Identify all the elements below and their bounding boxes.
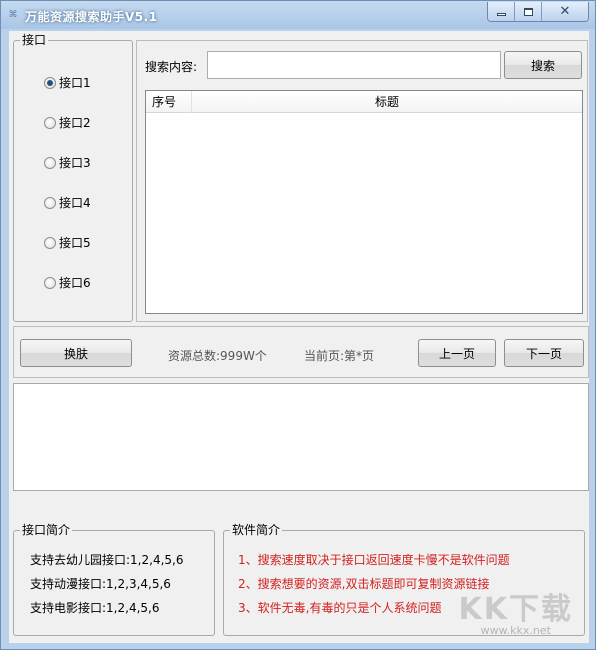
window-title: 万能资源搜索助手V5.1: [25, 10, 158, 24]
column-header-title[interactable]: 标题: [192, 91, 582, 113]
details-box[interactable]: [13, 383, 589, 491]
radio-icon: [44, 156, 56, 169]
results-header: 序号 标题: [146, 91, 582, 113]
software-intro-line: 3、软件无毒,有毒的只是个人系统问题: [238, 601, 442, 615]
skin-button[interactable]: 换肤: [20, 339, 132, 367]
minimize-icon: [496, 13, 506, 16]
radio-icon: [44, 276, 56, 289]
radio-interface-4[interactable]: 接口4: [44, 194, 91, 211]
radio-label: 接口2: [59, 116, 91, 130]
interface-intro-line: 支持电影接口:1,2,4,5,6: [30, 601, 160, 615]
interface-intro-line: 支持去幼儿园接口:1,2,4,5,6: [30, 553, 184, 567]
client-area: 接口 接口1 接口2 接口3 接口4 接口5 接口6 搜索内容: 搜索 序号 标…: [9, 31, 589, 643]
site-watermark: KK下载 www.kkx.net: [459, 584, 574, 637]
software-intro-line: 2、搜索想要的资源,双击标题即可复制资源链接: [238, 577, 490, 591]
total-resources-text: 资源总数:999W个: [168, 349, 267, 363]
interface-intro-line: 支持动漫接口:1,2,3,4,5,6: [30, 577, 171, 591]
column-header-index[interactable]: 序号: [146, 91, 192, 113]
minimize-button[interactable]: [488, 2, 515, 21]
title-bar[interactable]: ⌘ 万能资源搜索助手V5.1 ✕: [1, 1, 595, 29]
radio-interface-5[interactable]: 接口5: [44, 234, 91, 251]
radio-interface-6[interactable]: 接口6: [44, 274, 91, 291]
interface-group-legend: 接口: [20, 33, 49, 47]
interface-group: 接口 接口1 接口2 接口3 接口4 接口5 接口6: [13, 33, 133, 322]
radio-label: 接口4: [59, 196, 91, 210]
radio-interface-1[interactable]: 接口1: [44, 74, 91, 91]
radio-icon: [44, 196, 56, 209]
maximize-button[interactable]: [515, 2, 542, 21]
close-icon: ✕: [559, 4, 571, 19]
radio-label: 接口3: [59, 156, 91, 170]
prev-page-button[interactable]: 上一页: [418, 339, 496, 367]
close-button[interactable]: ✕: [542, 2, 588, 21]
radio-checked-icon: [44, 76, 56, 89]
toolbar-panel: 换肤 资源总数:999W个 当前页:第*页 上一页 下一页: [13, 326, 589, 378]
radio-label: 接口5: [59, 236, 91, 250]
radio-icon: [44, 236, 56, 249]
next-page-button[interactable]: 下一页: [504, 339, 584, 367]
search-button[interactable]: 搜索: [504, 51, 582, 79]
caption-buttons: ✕: [487, 2, 589, 22]
radio-label: 接口1: [59, 76, 91, 90]
maximize-icon: [523, 7, 533, 16]
search-label: 搜索内容:: [145, 60, 198, 74]
interface-intro-legend: 接口简介: [20, 523, 73, 537]
software-intro-line: 1、搜索速度取决于接口返回速度卡慢不是软件问题: [238, 553, 510, 567]
software-intro-legend: 软件简介: [230, 523, 283, 537]
current-page-text: 当前页:第*页: [304, 349, 375, 363]
app-icon: ⌘: [8, 10, 18, 20]
radio-interface-3[interactable]: 接口3: [44, 154, 91, 171]
watermark-logo-text: KK下载: [458, 592, 573, 627]
radio-icon: [44, 116, 56, 129]
search-panel: 搜索内容: 搜索 序号 标题: [136, 40, 588, 322]
app-window: ⌘ 万能资源搜索助手V5.1 ✕ 接口 接口1 接口2 接口3 接口4 接口5 …: [0, 0, 596, 650]
search-input[interactable]: [207, 51, 501, 79]
interface-intro-group: 接口简介 支持去幼儿园接口:1,2,4,5,6 支持动漫接口:1,2,3,4,5…: [13, 523, 215, 636]
radio-interface-2[interactable]: 接口2: [44, 114, 91, 131]
radio-label: 接口6: [59, 276, 91, 290]
results-list[interactable]: 序号 标题: [145, 90, 583, 314]
